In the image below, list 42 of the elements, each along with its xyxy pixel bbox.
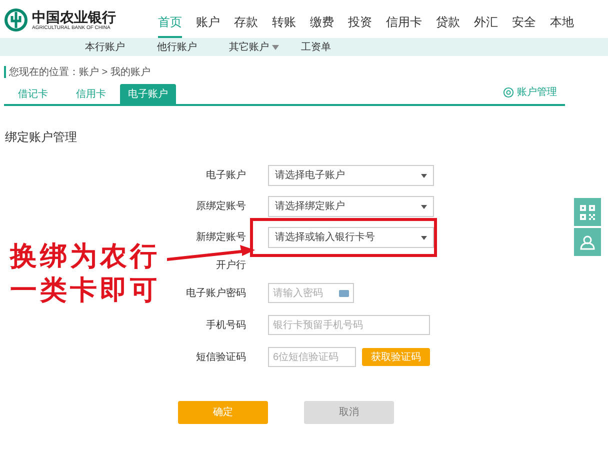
field-label: 新绑定账号	[196, 230, 246, 245]
breadcrumb: 您现在的位置：账户 > 我的账户	[9, 66, 150, 80]
field-label: 电子账户	[206, 168, 246, 183]
nav-item[interactable]: 贷款	[436, 13, 460, 38]
logo-icon	[4, 8, 28, 32]
nav-item[interactable]: 信用卡	[386, 13, 422, 38]
select-field[interactable]: 请选择或输入银行卡号	[268, 227, 434, 248]
field-label: 短信验证码	[196, 350, 246, 364]
field-label: 手机号码	[206, 318, 246, 332]
people-icon	[579, 234, 596, 250]
nav-item[interactable]: 账户	[196, 13, 220, 38]
keyboard-icon[interactable]	[339, 290, 349, 296]
nav-item[interactable]: 本地	[550, 13, 574, 38]
dropdown-caret-icon	[421, 204, 427, 208]
subnav-item[interactable]: 其它账户	[229, 40, 269, 54]
settings-icon	[503, 87, 514, 98]
nav-item[interactable]: 缴费	[310, 13, 334, 38]
nav-item[interactable]: 安全	[512, 13, 536, 38]
qr-code-icon	[580, 204, 595, 220]
field-label: 开户行	[216, 258, 246, 272]
nav-item[interactable]: 存款	[234, 13, 258, 38]
subnav-item[interactable]: 本行账户	[85, 40, 125, 54]
dropdown-caret-icon	[421, 236, 427, 240]
subnav-item[interactable]: 工资单	[301, 40, 331, 54]
subnav-item[interactable]: 他行账户	[157, 40, 197, 54]
input-field[interactable]: 6位短信验证码	[268, 347, 356, 367]
nav-item[interactable]: 转账	[272, 13, 296, 38]
bank-name: 中国农业银行	[32, 8, 116, 24]
nav-item[interactable]: 投资	[348, 13, 372, 38]
field-label: 原绑定账号	[196, 200, 246, 214]
input-field[interactable]: 银行卡预留手机号码	[268, 315, 430, 335]
customer-service-button[interactable]	[574, 228, 601, 256]
qr-code-button[interactable]	[574, 198, 601, 226]
section-title: 绑定账户管理	[5, 129, 78, 146]
annotation-text: 一类卡即可	[10, 274, 160, 308]
dropdown-caret-icon	[421, 174, 427, 178]
select-field[interactable]: 请选择电子账户	[268, 165, 434, 186]
annotation-text: 换绑为农行	[10, 240, 160, 274]
dropdown-caret-icon	[272, 44, 279, 50]
nav-item[interactable]: 外汇	[474, 13, 498, 38]
select-field[interactable]: 请选择绑定账户	[268, 196, 434, 217]
field-label: 电子账户密码	[186, 286, 246, 300]
